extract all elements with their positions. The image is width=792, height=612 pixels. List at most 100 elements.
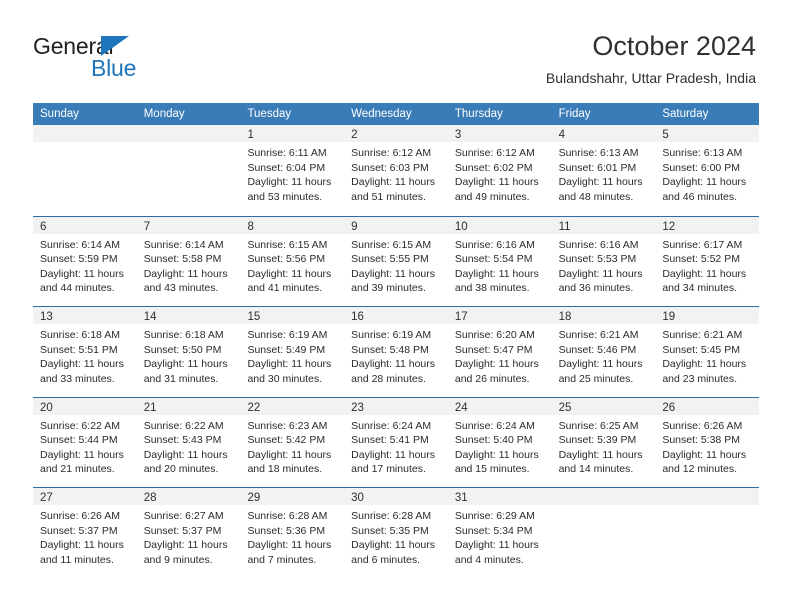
sunset-text: Sunset: 5:38 PM	[662, 434, 740, 447]
sunset-text: Sunset: 6:01 PM	[558, 161, 637, 174]
day-cell[interactable]: 13 Sunrise: 6:18 AM Sunset: 5:51 PM Dayl…	[33, 307, 137, 397]
day-cell[interactable]: 5 Sunrise: 6:13 AM Sunset: 6:00 PM Dayli…	[655, 125, 760, 216]
day-cell[interactable]: 9 Sunrise: 6:15 AM Sunset: 5:55 PM Dayli…	[344, 216, 448, 306]
daylight-text-line1: Daylight: 11 hours	[454, 358, 539, 371]
day-cell[interactable]	[655, 488, 760, 578]
day-number-band: 8	[240, 216, 345, 234]
daylight-text-line1: Daylight: 11 hours	[454, 448, 539, 461]
sunset-text: Sunset: 5:35 PM	[351, 524, 429, 537]
day-cell[interactable]: 11 Sunrise: 6:16 AM Sunset: 5:53 PM Dayl…	[551, 216, 656, 306]
daylight-text-line2: and 48 minutes.	[558, 190, 634, 203]
day-cell[interactable]: 22 Sunrise: 6:23 AM Sunset: 5:42 PM Dayl…	[240, 397, 345, 487]
sunrise-text: Sunrise: 6:12 AM	[454, 147, 535, 159]
day-number: 18	[558, 311, 572, 323]
daylight-text-line1: Daylight: 11 hours	[662, 448, 747, 461]
sunrise-text: Sunrise: 6:17 AM	[662, 238, 743, 251]
day-cell[interactable]: 16 Sunrise: 6:19 AM Sunset: 5:48 PM Dayl…	[344, 307, 448, 397]
day-number: 3	[454, 129, 462, 141]
sunrise-text: Sunrise: 6:26 AM	[662, 419, 743, 432]
calendar-grid: Sunday Monday Tuesday Wednesday Thursday…	[33, 103, 760, 578]
day-cell[interactable]: 27 Sunrise: 6:26 AM Sunset: 5:37 PM Dayl…	[33, 488, 137, 578]
day-cell[interactable]: 15 Sunrise: 6:19 AM Sunset: 5:49 PM Dayl…	[240, 307, 345, 397]
daylight-text-line1: Daylight: 11 hours	[351, 267, 436, 280]
sunset-text: Sunset: 5:59 PM	[40, 253, 118, 266]
daylight-text-line2: and 15 minutes.	[454, 463, 530, 476]
daylight-text-line1: Daylight: 11 hours	[454, 176, 539, 189]
day-cell[interactable]: 31 Sunrise: 6:29 AM Sunset: 5:34 PM Dayl…	[447, 488, 552, 578]
sunrise-text: Sunrise: 6:21 AM	[662, 329, 743, 341]
sunrise-text: Sunrise: 6:15 AM	[247, 238, 328, 251]
day-details: Sunrise: 6:11 AM Sunset: 6:04 PM Dayligh…	[240, 142, 344, 204]
day-number-band: 17	[447, 307, 552, 324]
day-number-band: 18	[551, 307, 656, 324]
sunset-text: Sunset: 5:37 PM	[143, 524, 222, 537]
daylight-text-line1: Daylight: 11 hours	[40, 358, 124, 371]
day-cell[interactable]: 4 Sunrise: 6:13 AM Sunset: 6:01 PM Dayli…	[551, 125, 656, 216]
day-number-band: 27	[33, 488, 137, 505]
daylight-text-line2: and 18 minutes.	[247, 463, 323, 476]
daylight-text-line2: and 11 minutes.	[40, 553, 114, 566]
daylight-text-line2: and 26 minutes.	[454, 372, 530, 385]
day-cell[interactable]: 19 Sunrise: 6:21 AM Sunset: 5:45 PM Dayl…	[655, 307, 760, 397]
day-cell[interactable]	[551, 488, 656, 578]
daylight-text-line1: Daylight: 11 hours	[351, 448, 436, 461]
day-cell[interactable]: 1 Sunrise: 6:11 AM Sunset: 6:04 PM Dayli…	[240, 125, 345, 216]
daylight-text-line2: and 44 minutes.	[40, 282, 115, 295]
sunrise-text: Sunrise: 6:16 AM	[454, 238, 535, 251]
daylight-text-line2: and 53 minutes.	[247, 190, 323, 203]
day-number: 13	[40, 311, 53, 323]
daylight-text-line1: Daylight: 11 hours	[454, 267, 539, 280]
day-details: Sunrise: 6:13 AM Sunset: 6:00 PM Dayligh…	[655, 142, 759, 204]
day-cell[interactable]: 17 Sunrise: 6:20 AM Sunset: 5:47 PM Dayl…	[447, 307, 552, 397]
day-cell[interactable]: 3 Sunrise: 6:12 AM Sunset: 6:02 PM Dayli…	[447, 125, 552, 216]
sunset-text: Sunset: 5:41 PM	[351, 434, 429, 447]
daylight-text-line1: Daylight: 11 hours	[40, 267, 124, 280]
daylight-text-line1: Daylight: 11 hours	[662, 267, 747, 280]
daylight-text-line2: and 39 minutes.	[351, 282, 426, 295]
day-number: 8	[247, 220, 254, 233]
day-cell[interactable]: 10 Sunrise: 6:16 AM Sunset: 5:54 PM Dayl…	[447, 216, 552, 306]
day-cell[interactable]: 6 Sunrise: 6:14 AM Sunset: 5:59 PM Dayli…	[33, 216, 137, 306]
day-number: 27	[40, 492, 53, 504]
daylight-text-line1: Daylight: 11 hours	[558, 448, 643, 461]
day-details: Sunrise: 6:13 AM Sunset: 6:01 PM Dayligh…	[552, 142, 656, 204]
day-number: 11	[558, 220, 571, 233]
day-details: Sunrise: 6:20 AM Sunset: 5:47 PM Dayligh…	[448, 324, 552, 386]
day-cell[interactable]: 28 Sunrise: 6:27 AM Sunset: 5:37 PM Dayl…	[136, 488, 241, 578]
day-cell[interactable]: 14 Sunrise: 6:18 AM Sunset: 5:50 PM Dayl…	[136, 307, 241, 397]
day-cell[interactable]: 24 Sunrise: 6:24 AM Sunset: 5:40 PM Dayl…	[447, 397, 552, 487]
day-cell[interactable]: 26 Sunrise: 6:26 AM Sunset: 5:38 PM Dayl…	[655, 397, 760, 487]
day-number: 29	[247, 492, 261, 504]
daylight-text-line2: and 4 minutes.	[454, 553, 524, 566]
day-cell[interactable]: 18 Sunrise: 6:21 AM Sunset: 5:46 PM Dayl…	[551, 307, 656, 397]
day-number: 17	[454, 311, 468, 323]
general-blue-logo[interactable]: General Blue	[33, 33, 233, 87]
day-cell[interactable]: 21 Sunrise: 6:22 AM Sunset: 5:43 PM Dayl…	[136, 397, 241, 487]
week-row: 27 Sunrise: 6:26 AM Sunset: 5:37 PM Dayl…	[33, 487, 760, 578]
day-cell[interactable]: 30 Sunrise: 6:28 AM Sunset: 5:35 PM Dayl…	[344, 488, 448, 578]
sunset-text: Sunset: 5:34 PM	[454, 524, 533, 537]
sunrise-text: Sunrise: 6:26 AM	[40, 510, 120, 522]
day-cell[interactable]: 29 Sunrise: 6:28 AM Sunset: 5:36 PM Dayl…	[240, 488, 345, 578]
sunset-text: Sunset: 5:46 PM	[558, 343, 637, 356]
week-row: 20 Sunrise: 6:22 AM Sunset: 5:44 PM Dayl…	[33, 396, 760, 487]
daylight-text-line1: Daylight: 11 hours	[247, 539, 332, 552]
day-cell[interactable]: 2 Sunrise: 6:12 AM Sunset: 6:03 PM Dayli…	[344, 125, 448, 216]
day-cell[interactable]: 25 Sunrise: 6:25 AM Sunset: 5:39 PM Dayl…	[551, 397, 656, 487]
day-cell[interactable]: 12 Sunrise: 6:17 AM Sunset: 5:52 PM Dayl…	[655, 216, 760, 306]
page-subtitle-location: Bulandshahr, Uttar Pradesh, India	[545, 70, 756, 86]
day-number-band: 29	[240, 488, 345, 505]
day-cell[interactable]	[33, 125, 137, 216]
day-cell[interactable]: 20 Sunrise: 6:22 AM Sunset: 5:44 PM Dayl…	[33, 397, 137, 487]
sunset-text: Sunset: 5:45 PM	[662, 343, 740, 356]
daylight-text-line2: and 46 minutes.	[662, 190, 738, 203]
sunrise-text: Sunrise: 6:11 AM	[247, 147, 327, 159]
sunset-text: Sunset: 5:48 PM	[351, 343, 429, 356]
day-cell[interactable]: 8 Sunrise: 6:15 AM Sunset: 5:56 PM Dayli…	[240, 216, 345, 306]
day-cell[interactable]	[136, 125, 241, 216]
day-cell[interactable]: 23 Sunrise: 6:24 AM Sunset: 5:41 PM Dayl…	[344, 397, 448, 487]
daylight-text-line2: and 31 minutes.	[143, 372, 219, 385]
day-details	[33, 142, 137, 146]
day-cell[interactable]: 7 Sunrise: 6:14 AM Sunset: 5:58 PM Dayli…	[136, 216, 241, 306]
day-number-band: 7	[136, 216, 241, 234]
